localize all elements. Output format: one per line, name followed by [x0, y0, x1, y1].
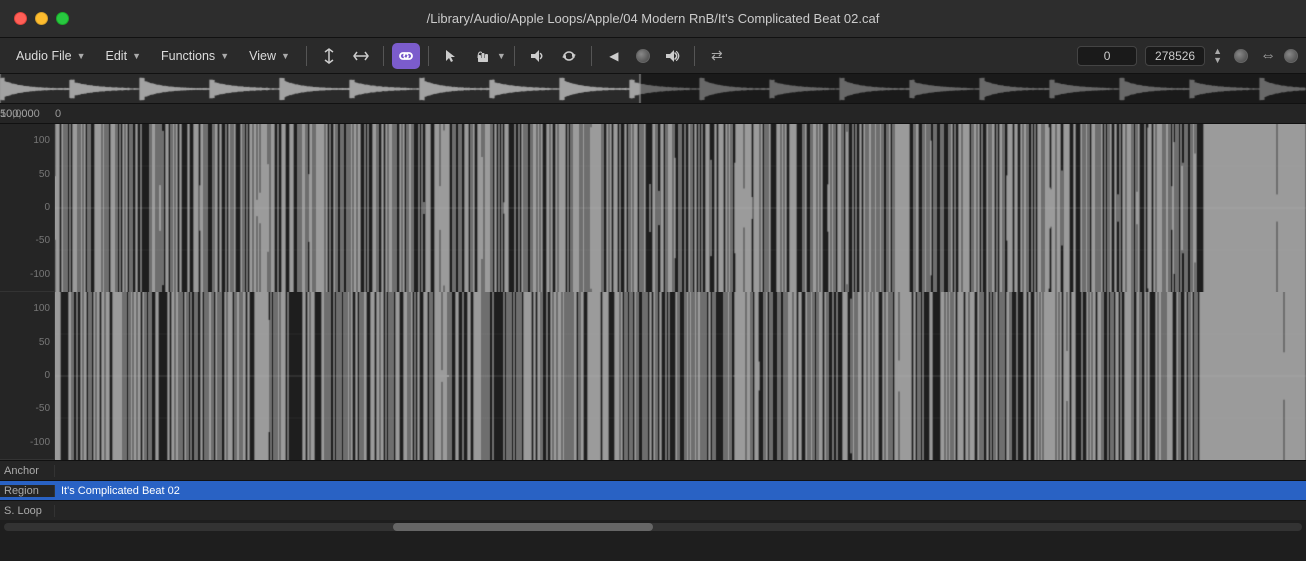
stepper-down-icon: ▼: [1213, 56, 1222, 65]
trim-button[interactable]: [347, 43, 375, 69]
waveform-canvas-2: [55, 292, 1306, 460]
position-start[interactable]: 0: [1077, 46, 1137, 66]
edit-chevron: ▼: [132, 51, 141, 61]
split-button[interactable]: [315, 43, 343, 69]
ch2-label-0: 0: [44, 370, 50, 381]
channel-1: 100 50 0 -50 -100: [0, 124, 1306, 292]
ch2-label-m100: -100: [30, 437, 50, 448]
title-bar: /Library/Audio/Apple Loops/Apple/04 Mode…: [0, 0, 1306, 38]
position-stepper[interactable]: ▲ ▼: [1213, 47, 1222, 65]
forward-icon: ⇄: [711, 47, 723, 64]
overview-minimap: [0, 74, 1306, 104]
expand-icon[interactable]: ⇔: [1260, 47, 1276, 65]
ch1-label-0: 0: [44, 202, 50, 213]
audio-file-chevron: ▼: [77, 51, 86, 61]
functions-menu[interactable]: Functions ▼: [153, 46, 237, 66]
scrollbar-thumb[interactable]: [393, 523, 653, 531]
channel-2: 100 50 0 -50 -100: [0, 292, 1306, 460]
view-chevron: ▼: [281, 51, 290, 61]
functions-chevron: ▼: [220, 51, 229, 61]
toolbar: Audio File ▼ Edit ▼ Functions ▼ View ▼: [0, 38, 1306, 74]
anchor-row: Anchor: [0, 460, 1306, 480]
speaker-button[interactable]: [523, 43, 551, 69]
speaker-icon: [529, 48, 545, 64]
window-title: /Library/Audio/Apple Loops/Apple/04 Mode…: [427, 11, 880, 26]
functions-label: Functions: [161, 49, 215, 63]
stop-knob[interactable]: [636, 49, 650, 63]
zoom-knob[interactable]: [1284, 49, 1298, 63]
anchor-label: Anchor: [0, 465, 55, 477]
loop-icon: [561, 48, 577, 64]
maximize-button[interactable]: [56, 12, 69, 25]
close-button[interactable]: [14, 12, 27, 25]
ch1-label-m100: -100: [30, 269, 50, 280]
hand-tool-button[interactable]: [469, 43, 497, 69]
hand-icon: [474, 47, 492, 65]
audio-file-label: Audio File: [16, 49, 72, 63]
audio-file-menu[interactable]: Audio File ▼: [8, 46, 94, 66]
view-label: View: [249, 49, 276, 63]
separator-4: [514, 46, 515, 66]
play-level-button[interactable]: [658, 43, 686, 69]
ruler-start: 0: [55, 108, 61, 120]
region-value: It's Complicated Beat 02: [55, 485, 1306, 497]
channel-2-labels: 100 50 0 -50 -100: [0, 292, 55, 459]
forward-button[interactable]: ⇄: [703, 43, 731, 69]
separator-3: [428, 46, 429, 66]
pointer-icon: [443, 48, 459, 64]
link-button[interactable]: [392, 43, 420, 69]
ch2-label-100: 100: [33, 303, 50, 314]
sloop-label: S. Loop: [0, 505, 55, 517]
loop-button[interactable]: [555, 43, 583, 69]
separator-6: [694, 46, 695, 66]
position-end[interactable]: 278526: [1145, 46, 1205, 66]
output-knob[interactable]: [1234, 49, 1248, 63]
separator-5: [591, 46, 592, 66]
sloop-row: S. Loop: [0, 500, 1306, 520]
rewind-button[interactable]: ◀: [600, 43, 628, 69]
rewind-icon: ◀: [609, 49, 618, 63]
ch1-label-50: 50: [39, 169, 50, 180]
separator-1: [306, 46, 307, 66]
view-menu[interactable]: View ▼: [241, 46, 298, 66]
ch2-label-m50: -50: [36, 403, 50, 414]
waveform-canvas-1: [55, 124, 1306, 292]
ruler-100k: 100,000: [0, 108, 40, 120]
trim-icon: [352, 47, 370, 65]
link-icon: [398, 48, 414, 64]
minimize-button[interactable]: [35, 12, 48, 25]
region-label: Region: [0, 485, 55, 497]
timeline-ruler: 0 50,000 100,000: [0, 104, 1306, 124]
split-icon: [320, 47, 338, 65]
play-level-icon: [664, 48, 680, 64]
region-row: Region It's Complicated Beat 02: [0, 480, 1306, 500]
edit-menu[interactable]: Edit ▼: [98, 46, 149, 66]
ch1-label-100: 100: [33, 135, 50, 146]
hand-dropdown-arrow[interactable]: ▼: [497, 51, 506, 61]
pointer-tool-button[interactable]: [437, 43, 465, 69]
separator-2: [383, 46, 384, 66]
channel-1-labels: 100 50 0 -50 -100: [0, 124, 55, 291]
ch1-label-m50: -50: [36, 235, 50, 246]
scrollbar-area[interactable]: [0, 520, 1306, 534]
window-controls: [14, 12, 69, 25]
scrollbar-track[interactable]: [4, 523, 1302, 531]
ch2-label-50: 50: [39, 337, 50, 348]
edit-label: Edit: [106, 49, 128, 63]
